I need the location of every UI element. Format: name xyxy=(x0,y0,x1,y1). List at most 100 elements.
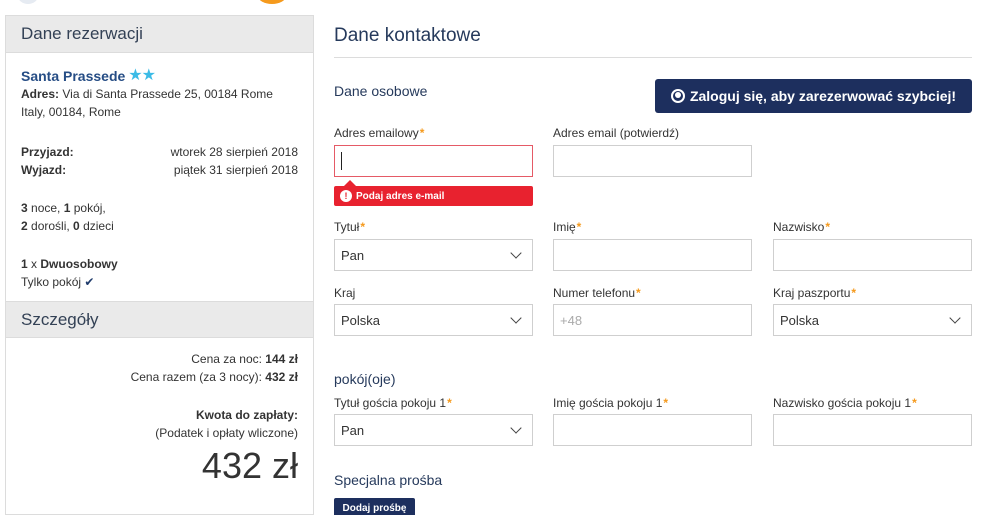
children-count: 0 xyxy=(73,219,80,233)
last-name-label-text: Nazwisko xyxy=(773,220,825,234)
address-line1: Via di Santa Prassede 25, 00184 Rome xyxy=(62,87,273,101)
title-select[interactable]: Pan xyxy=(334,239,533,271)
price-total-label: Cena razem (za 3 nocy): xyxy=(130,370,266,384)
room-type: Dwuosobowy xyxy=(40,257,118,271)
passport-country-label: Kraj paszportu* xyxy=(773,286,856,300)
login-button[interactable]: Zaloguj się, aby zarezerwować szybciej! xyxy=(655,79,972,113)
room-only-text: Tylko pokój xyxy=(21,275,82,289)
phone-input[interactable]: +48 xyxy=(553,304,752,336)
error-icon: ! xyxy=(340,190,352,202)
last-name-label: Nazwisko* xyxy=(773,220,830,234)
booking-details-header: Dane rezerwacji xyxy=(6,16,313,53)
email-error-tooltip: ! Podaj adres e-mail xyxy=(334,180,533,206)
guest-last-name-label-text: Nazwisko gościa pokoju 1 xyxy=(773,396,912,410)
price-per-night: Cena za noc: 144 zł xyxy=(21,350,298,368)
guest-title-value: Pan xyxy=(341,422,365,438)
required-mark: * xyxy=(851,286,857,300)
checkout-label: Wyjazd: xyxy=(21,163,67,177)
hotel-section: Santa Prassede ★★ Adres: Via di Santa Pr… xyxy=(6,67,313,291)
adults-text: dorośli, xyxy=(27,219,74,233)
email-confirm-label: Adres email (potwierdź) xyxy=(553,126,680,140)
price-per-night-label: Cena za noc: xyxy=(191,352,266,366)
email-confirm-input[interactable] xyxy=(553,145,752,177)
add-request-button[interactable]: Dodaj prośbę xyxy=(334,498,415,515)
adults-count: 2 xyxy=(21,219,28,233)
nights-count: 3 xyxy=(21,201,28,215)
chevron-down-icon xyxy=(949,312,961,324)
top-decoration-left xyxy=(18,0,38,4)
email-error-text: Podaj adres e-mail xyxy=(356,190,445,202)
stay-summary: 3 noce, 1 pokój, xyxy=(21,199,298,217)
country-select[interactable]: Polska xyxy=(334,304,533,336)
required-mark: * xyxy=(419,126,425,140)
rooms-heading: pokój(oje) xyxy=(334,371,396,387)
passport-country-select[interactable]: Polska xyxy=(773,304,972,336)
chevron-down-icon xyxy=(510,247,522,259)
guest-last-name-label: Nazwisko gościa pokoju 1* xyxy=(773,396,917,410)
address-label: Adres: xyxy=(21,87,60,101)
first-name-input[interactable] xyxy=(553,239,752,271)
top-decoration-right xyxy=(258,0,286,4)
total-amount: 432 zł xyxy=(201,445,298,486)
guest-first-name-label: Imię gościa pokoju 1* xyxy=(553,396,668,410)
price-section: Cena za noc: 144 zł Cena razem (za 3 noc… xyxy=(6,350,313,486)
user-circle-icon xyxy=(670,89,685,103)
guest-title-select[interactable]: Pan xyxy=(334,414,533,446)
text-cursor xyxy=(341,152,342,170)
title-select-value: Pan xyxy=(341,247,365,263)
title-label-text: Tytuł xyxy=(334,220,360,234)
login-button-label: Zaloguj się, aby zarezerwować szybciej! xyxy=(689,88,957,104)
phone-label-text: Numer telefonu xyxy=(553,286,636,300)
required-mark: * xyxy=(360,220,366,234)
price-total-value: 432 zł xyxy=(265,370,298,384)
contact-form: Dane kontaktowe Dane osobowe Zaloguj się… xyxy=(334,15,972,515)
hotel-address: Adres: Via di Santa Prassede 25, 00184 R… xyxy=(21,85,298,103)
title-label: Tytuł* xyxy=(334,220,365,234)
phone-label: Numer telefonu* xyxy=(553,286,641,300)
room-multiplier: x xyxy=(27,257,41,271)
hotel-name[interactable]: Santa Prassede ★★ xyxy=(21,67,298,85)
passport-country-value: Polska xyxy=(780,312,820,328)
checkin-label: Przyjazd: xyxy=(21,145,74,159)
star-rating-icon: ★★ xyxy=(128,67,156,84)
children-text: dzieci xyxy=(79,219,114,233)
personal-data-heading: Dane osobowe xyxy=(334,83,428,99)
first-name-label: Imię* xyxy=(553,220,581,234)
passport-country-label-text: Kraj paszportu xyxy=(773,286,851,300)
email-input[interactable] xyxy=(334,145,533,177)
email-label-text: Adres emailowy xyxy=(334,126,419,140)
first-name-label-text: Imię xyxy=(553,220,576,234)
required-mark: * xyxy=(663,396,669,410)
required-mark: * xyxy=(825,220,831,234)
required-mark: * xyxy=(636,286,641,300)
checkin-row: Przyjazd: wtorek 28 sierpień 2018 xyxy=(21,143,298,161)
checkout-value: piątek 31 sierpień 2018 xyxy=(173,163,298,177)
required-mark: * xyxy=(447,396,452,410)
room-quantity: 1 xyxy=(21,257,28,271)
country-label: Kraj xyxy=(334,286,356,300)
guest-first-name-input[interactable] xyxy=(553,414,752,446)
room-type-row: 1 x Dwuosobowy xyxy=(21,255,298,273)
phone-placeholder: +48 xyxy=(560,312,583,328)
country-select-value: Polska xyxy=(341,312,381,328)
room-only-row: Tylko pokój ✔ xyxy=(21,273,298,291)
amount-due-label: Kwota do zapłaty: xyxy=(195,408,298,422)
last-name-input[interactable] xyxy=(773,239,972,271)
hotel-name-text: Santa Prassede xyxy=(21,68,126,84)
contact-title: Dane kontaktowe xyxy=(334,15,972,58)
address-line2: Italy, 00184, Rome xyxy=(21,105,121,119)
required-mark: * xyxy=(912,396,917,410)
guest-title-label-text: Tytuł gościa pokoju 1 xyxy=(334,396,447,410)
checkmark-icon: ✔ xyxy=(84,275,95,289)
checkout-row: Wyjazd: piątek 31 sierpień 2018 xyxy=(21,161,298,179)
chevron-down-icon xyxy=(510,422,522,434)
booking-sidebar: Dane rezerwacji Santa Prassede ★★ Adres:… xyxy=(5,15,314,515)
tax-note: (Podatek i opłaty wliczone) xyxy=(155,426,298,440)
required-mark: * xyxy=(576,220,582,234)
guest-last-name-input[interactable] xyxy=(773,414,972,446)
details-header: Szczegóły xyxy=(6,301,313,338)
price-total: Cena razem (za 3 nocy): 432 zł xyxy=(21,368,298,386)
price-per-night-value: 144 zł xyxy=(265,352,298,366)
chevron-down-icon xyxy=(510,312,522,324)
checkin-value: wtorek 28 sierpień 2018 xyxy=(170,145,298,159)
